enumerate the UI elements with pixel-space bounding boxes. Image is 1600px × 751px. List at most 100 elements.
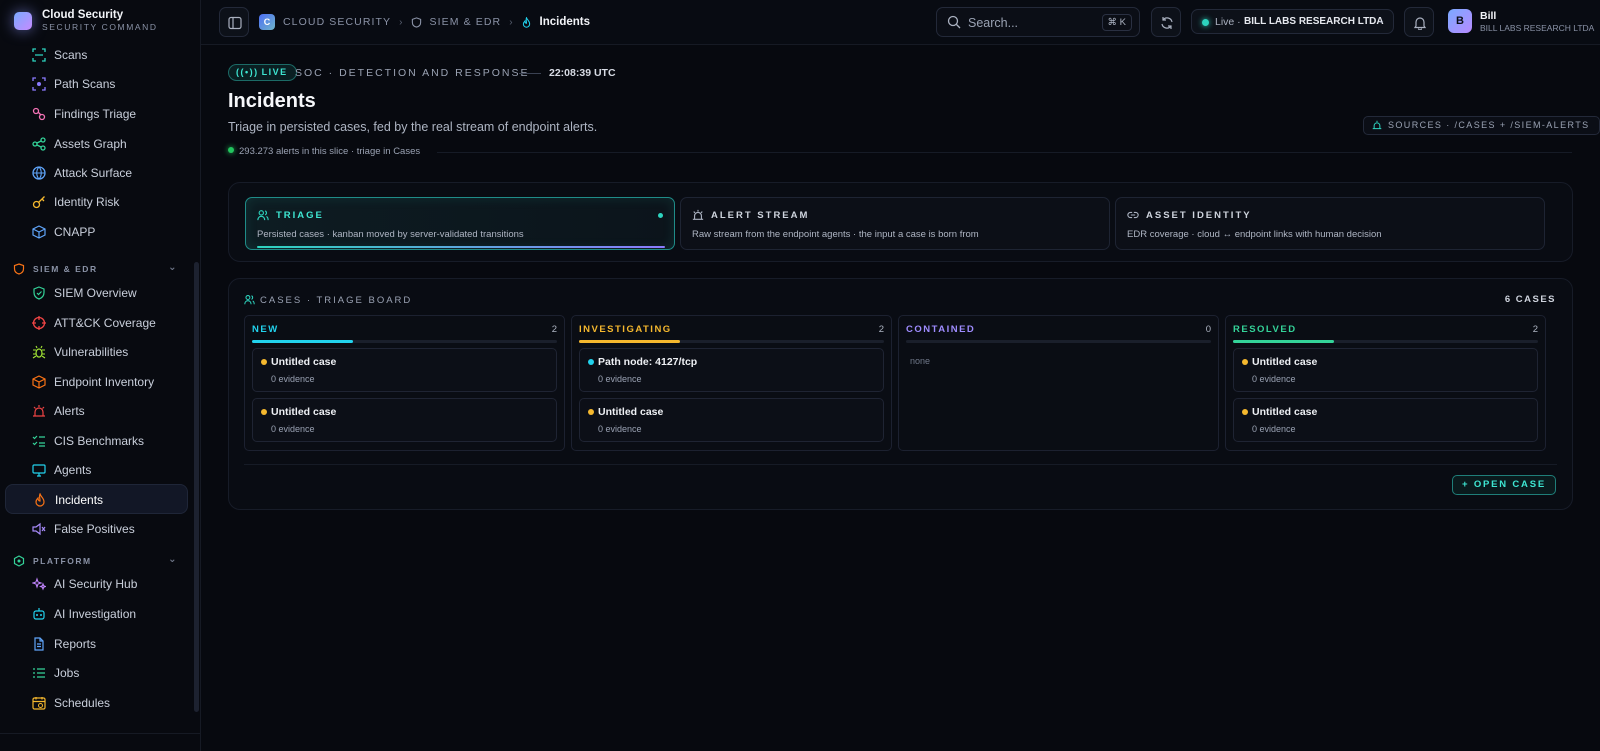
view-tabs: TRIAGE Persisted cases · kanban moved by…: [228, 182, 1573, 262]
live-badge: ((•)) LIVE: [228, 64, 297, 81]
tab-triage[interactable]: TRIAGE Persisted cases · kanban moved by…: [245, 197, 675, 250]
sidebar-scrollbar[interactable]: [194, 262, 199, 712]
case-card[interactable]: Untitled case 0 evidence: [252, 398, 557, 442]
path-scan-icon: [32, 77, 46, 91]
breadcrumb-siem-edr[interactable]: SIEM & EDR: [430, 16, 502, 28]
column-progress-track: [252, 340, 557, 343]
sidebar-item-label: AI Security Hub: [54, 577, 138, 591]
sidebar-group-label: PLATFORM: [33, 556, 92, 566]
sidebar-item-cis-benchmarks[interactable]: CIS Benchmarks: [5, 426, 188, 456]
sidebar-item-alerts[interactable]: Alerts: [5, 396, 188, 426]
sidebar-item-jobs[interactable]: Jobs: [5, 658, 188, 688]
column-progress-fill: [579, 340, 680, 343]
sidebar-item-ai-security-hub[interactable]: AI Security Hub: [5, 569, 188, 599]
tab-alert-stream[interactable]: ALERT STREAM Raw stream from the endpoin…: [680, 197, 1110, 250]
board-title-text: CASES · TRIAGE BOARD: [260, 295, 413, 306]
open-case-button[interactable]: + OPEN CASE: [1452, 475, 1556, 495]
sidebar: Cloud Security SECURITY COMMAND Scans Pa…: [0, 0, 201, 751]
tenant-selector[interactable]: Live · BILL LABS RESEARCH LTDA ⌄: [1191, 9, 1394, 34]
sidebar-item-endpoint-inventory[interactable]: Endpoint Inventory: [5, 367, 188, 397]
kanban-column-contained: CONTAINED 0 none: [898, 315, 1219, 451]
list-icon: [33, 668, 45, 678]
bot-icon: [33, 608, 45, 620]
live-status-dot: [1202, 19, 1209, 26]
breadcrumb-cloud-security[interactable]: CLOUD SECURITY: [283, 16, 391, 28]
column-progress-track: [906, 340, 1211, 343]
key-icon: [32, 196, 45, 209]
column-progress-track: [579, 340, 884, 343]
sidebar-item-siem-overview[interactable]: SIEM Overview: [5, 278, 188, 308]
kanban-column-new: NEW 2 Untitled case 0 evidence Untitled case…: [244, 315, 565, 451]
target-icon: [32, 316, 46, 330]
avatar: B: [1448, 9, 1472, 33]
sidebar-item-schedules[interactable]: Schedules: [5, 688, 188, 718]
flame-icon: [522, 16, 530, 28]
sidebar-item-incidents[interactable]: Incidents: [5, 484, 188, 514]
page-eyebrow: SOC · DETECTION AND RESPONSE: [295, 67, 530, 79]
column-count: 2: [551, 324, 557, 335]
tab-asset-identity[interactable]: ASSET IDENTITY EDR coverage · cloud ↔ en…: [1115, 197, 1545, 250]
tab-title: TRIAGE: [276, 210, 324, 221]
case-card[interactable]: Untitled case 0 evidence: [252, 348, 557, 392]
sidebar-item-false-positives[interactable]: False Positives: [5, 514, 188, 544]
case-card[interactable]: Untitled case 0 evidence: [1233, 348, 1538, 392]
case-status-dot: [1242, 359, 1248, 365]
alerts-meta: 293.273 alerts in this slice · triage in…: [228, 146, 420, 157]
column-title: CONTAINED: [906, 324, 976, 335]
sidebar-item-attack-coverage[interactable]: ATT&CK Coverage: [5, 308, 188, 338]
search-placeholder: Search...: [968, 16, 1019, 30]
chevron-down-icon: ⌄: [168, 554, 178, 565]
sidebar-item-label: Scans: [54, 48, 88, 62]
sidebar-item-path-scans[interactable]: Path Scans: [5, 69, 188, 99]
sidebar-item-reports[interactable]: Reports: [5, 629, 188, 659]
monitor-icon: [32, 464, 46, 477]
shield-icon: [411, 16, 421, 28]
alerts-meta-text: 293.273 alerts in this slice · triage in…: [239, 146, 421, 157]
notifications-button[interactable]: [1404, 7, 1434, 37]
sidebar-item-label: Schedules: [54, 696, 111, 710]
sidebar-item-identity-risk[interactable]: Identity Risk: [5, 187, 188, 217]
sparkles-icon: [32, 577, 46, 591]
sidebar-item-agents[interactable]: Agents: [5, 455, 188, 485]
case-evidence: 0 evidence: [598, 424, 642, 434]
sidebar-item-cnapp[interactable]: CNAPP: [5, 217, 188, 247]
case-status-dot: [588, 359, 594, 365]
box-icon: [32, 375, 46, 389]
sidebar-item-findings-triage[interactable]: Findings Triage: [5, 99, 188, 129]
case-evidence: 0 evidence: [271, 424, 315, 434]
page-subtitle: Triage in persisted cases, fed by the re…: [228, 120, 598, 134]
sidebar-group-siem-edr[interactable]: SIEM & EDR ⌄: [13, 262, 178, 278]
case-card[interactable]: Path node: 4127/tcp 0 evidence: [579, 348, 884, 392]
sidebar-item-scans[interactable]: Scans: [5, 40, 188, 70]
tenant-live-label: Live ·: [1215, 16, 1241, 28]
sidebar-item-assets-graph[interactable]: Assets Graph: [5, 129, 188, 159]
shield-icon: [13, 263, 25, 275]
brand[interactable]: Cloud Security SECURITY COMMAND: [14, 9, 158, 33]
status-dot: [228, 147, 234, 153]
refresh-button[interactable]: [1151, 7, 1181, 37]
sidebar-group-platform[interactable]: PLATFORM ⌄: [13, 554, 178, 570]
sidebar-item-ai-investigation[interactable]: AI Investigation: [5, 599, 188, 629]
case-card[interactable]: Untitled case 0 evidence: [1233, 398, 1538, 442]
search-icon: [947, 15, 961, 29]
findings-icon: [32, 107, 46, 121]
sidebar-item-attack-surface[interactable]: Attack Surface: [5, 158, 188, 188]
breadcrumb-current: Incidents: [539, 16, 591, 28]
sidebar-toggle-button[interactable]: [219, 7, 249, 37]
case-title: Untitled case: [1252, 356, 1318, 368]
siren-icon: [33, 405, 45, 417]
case-title: Untitled case: [598, 406, 664, 418]
search-input[interactable]: Search... ⌘ K: [936, 7, 1140, 37]
sidebar-item-label: False Positives: [54, 522, 135, 536]
cases-count: 6 CASES: [1504, 294, 1556, 305]
case-title: Untitled case: [271, 356, 337, 368]
case-title: Untitled case: [1252, 406, 1318, 418]
sidebar-item-vulnerabilities[interactable]: Vulnerabilities: [5, 337, 188, 367]
sidebar-item-label: CNAPP: [54, 225, 96, 239]
sources-text: SOURCES · /CASES + /SIEM-ALERTS: [1388, 120, 1590, 130]
case-title: Path node: 4127/tcp: [598, 356, 698, 368]
sidebar-divider: [0, 733, 201, 734]
case-card[interactable]: Untitled case 0 evidence: [579, 398, 884, 442]
brand-title: Cloud Security: [42, 9, 124, 21]
live-badge-label: LIVE: [261, 67, 288, 77]
